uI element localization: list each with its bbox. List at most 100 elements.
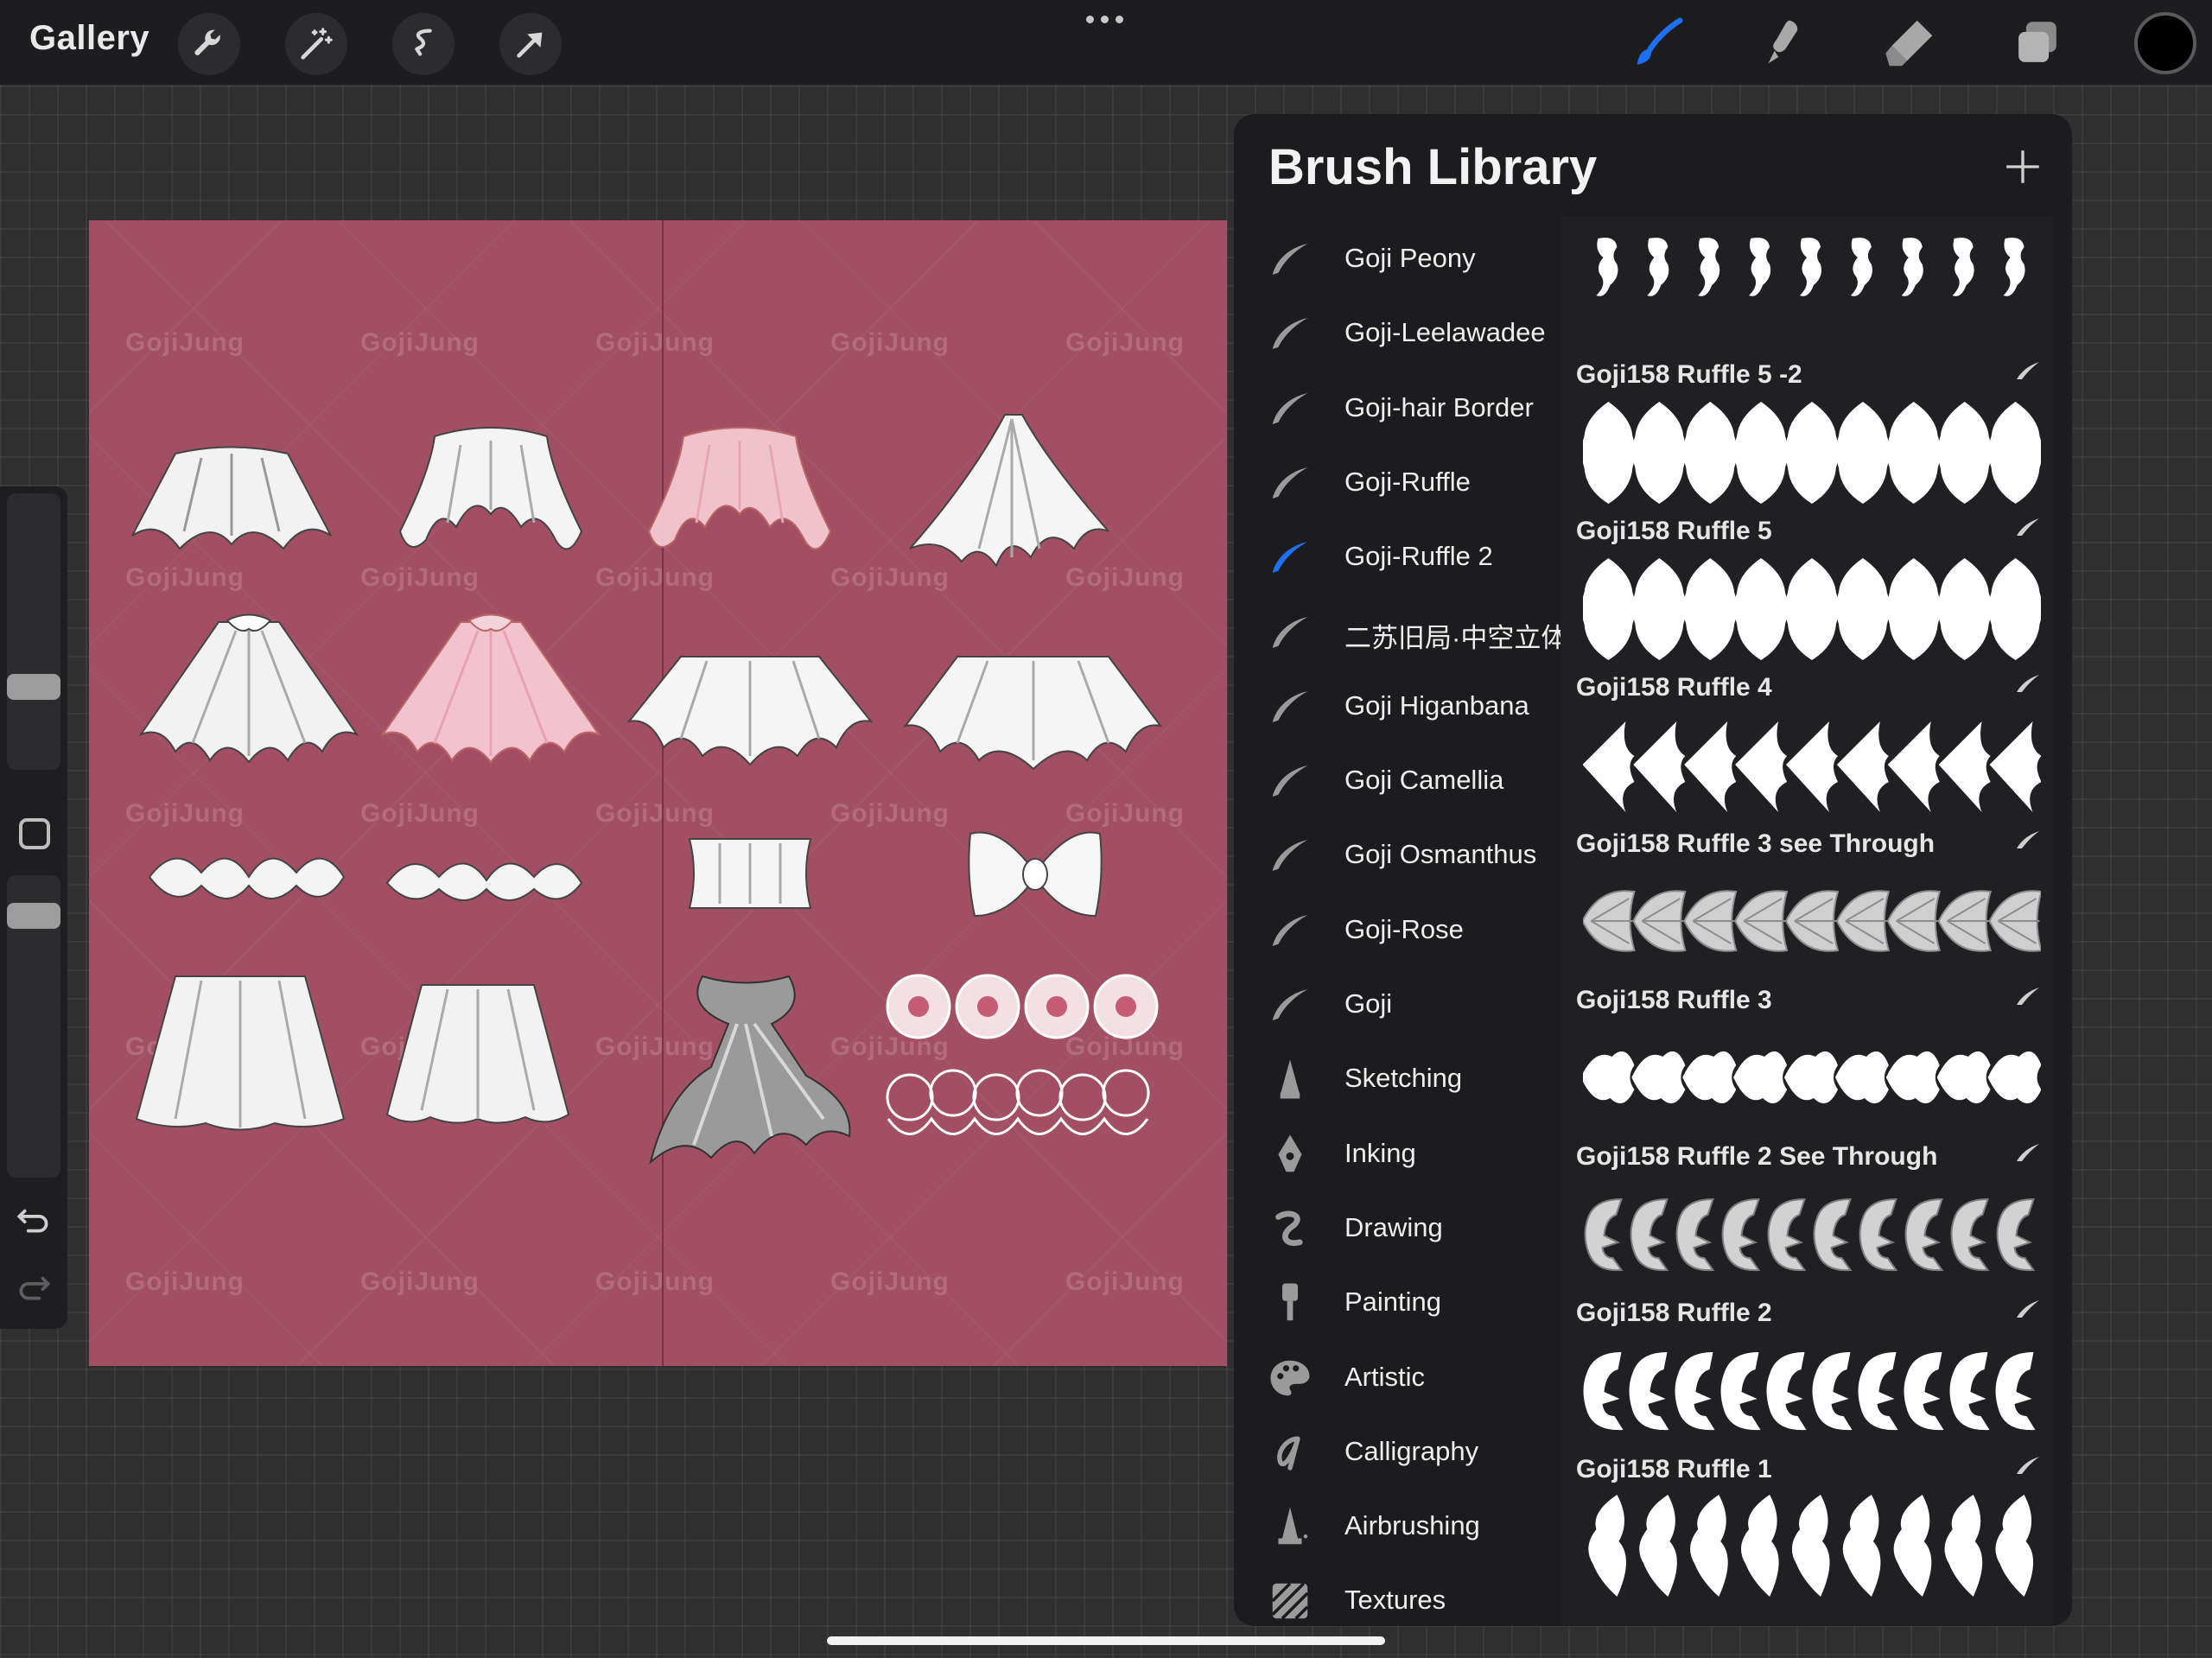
watermark-text: GojiJung <box>360 1267 480 1296</box>
brush-stroke-preview <box>1581 553 2043 664</box>
brush-set-item[interactable]: Textures <box>1234 1566 1545 1640</box>
eraser-tool-button[interactable] <box>1875 10 1944 76</box>
brush-set-item[interactable]: Sketching <box>1234 1044 1545 1118</box>
brush-set-item[interactable]: Goji Peony <box>1234 224 1545 298</box>
gallery-button[interactable]: Gallery <box>29 19 149 58</box>
modifier-button[interactable] <box>19 818 50 849</box>
brush-set-item[interactable]: Goji <box>1234 969 1545 1044</box>
add-brush-set-button[interactable] <box>2001 145 2044 188</box>
lace-flower-trim-asset <box>884 972 1169 1041</box>
adjustments-button[interactable] <box>285 13 347 75</box>
gathered-band-asset <box>685 830 815 917</box>
brush-library-panel: Brush Library Goji Peony Goji-Leelawadee G… <box>1234 114 2072 1626</box>
texture-icon <box>1267 1578 1313 1624</box>
brush-item[interactable]: Goji158 Ruffle 5 <box>1560 508 2053 671</box>
brush-set-label: Goji <box>1344 988 1393 1019</box>
brush-item[interactable]: Goji158 Ruffle 2 <box>1560 1290 2053 1453</box>
brush-set-item[interactable]: Calligraphy <box>1234 1417 1545 1491</box>
brush-item[interactable]: Goji158 Ruffle 2 See Through <box>1560 1134 2053 1297</box>
eraser-icon <box>1885 20 1933 67</box>
brush-set-item[interactable]: 二苏旧局·中空立体 <box>1234 597 1567 671</box>
brush-set-label: Goji Osmanthus <box>1344 839 1537 870</box>
brush-stroke-icon <box>2015 1455 2041 1476</box>
brush-list: Goji158 Ruffle 5 -2 Goji158 Ruffle 5 Goji1… <box>1560 216 2053 1626</box>
gathered-skirt-asset <box>135 972 346 1136</box>
brush-tool-button[interactable] <box>1623 10 1692 76</box>
brush-set-item[interactable]: Painting <box>1234 1267 1545 1342</box>
watermark-text: GojiJung <box>1065 799 1185 828</box>
more-dots-icon[interactable] <box>1086 16 1123 23</box>
top-toolbar: Gallery <box>0 0 2212 85</box>
watermark-text: GojiJung <box>830 799 950 828</box>
brush-set-label: Goji-Rose <box>1344 913 1464 944</box>
watermark-text: GojiJung <box>595 1267 715 1296</box>
paint-brush-icon <box>1267 1280 1313 1326</box>
magic-wand-icon <box>301 28 333 60</box>
brush-set-item[interactable]: Goji-Ruffle 2 <box>1234 522 1545 596</box>
satin-bow-sash-asset <box>633 972 858 1171</box>
brush-set-item[interactable]: Goji Osmanthus <box>1234 820 1545 894</box>
home-indicator[interactable] <box>827 1636 1385 1645</box>
pencil-tip-icon <box>1267 1056 1313 1102</box>
pink-ruffle-skirt-asset <box>380 613 601 769</box>
brush-set-label: Goji-Ruffle 2 <box>1344 541 1493 572</box>
brush-name: Goji158 Ruffle 3 see Through <box>1576 829 1936 858</box>
brush-set-item[interactable]: Drawing <box>1234 1193 1545 1267</box>
brush-item[interactable]: Goji158 Ruffle 3 see Through <box>1560 821 2053 984</box>
brush-set-item[interactable]: Goji Camellia <box>1234 746 1545 820</box>
opacity-handle[interactable] <box>7 903 60 929</box>
brush-set-label: Inking <box>1344 1137 1416 1168</box>
brush-name: Goji158 Ruffle 1 <box>1576 1455 1772 1483</box>
brush-name: Goji158 Ruffle 2 See Through <box>1576 1142 1938 1171</box>
brush-item[interactable]: Goji158 Ruffle 5 -2 <box>1560 352 2053 515</box>
brush-library-title: Brush Library <box>1268 139 1598 195</box>
brush-set-label: Goji Peony <box>1344 243 1476 273</box>
brush-stroke-icon <box>1267 832 1313 879</box>
transform-arrow-icon <box>517 32 543 58</box>
brush-set-label: Airbrushing <box>1344 1510 1480 1541</box>
watermark-text: GojiJung <box>595 328 715 357</box>
brush-size-handle[interactable] <box>7 674 60 700</box>
brush-set-item[interactable]: Airbrushing <box>1234 1491 1545 1566</box>
brush-name: Goji158 Ruffle 3 <box>1576 986 1772 1014</box>
layers-button[interactable] <box>2003 10 2072 76</box>
brush-set-label: Artistic <box>1344 1361 1425 1392</box>
transform-button[interactable] <box>499 13 562 75</box>
ruffle-sleeve-asset <box>398 419 583 566</box>
selection-icon <box>415 29 432 56</box>
watermark-text: GojiJung <box>360 799 480 828</box>
smudge-tool-button[interactable] <box>1749 10 1818 76</box>
brush-set-item[interactable]: Goji Higanbana <box>1234 671 1545 746</box>
brush-set-item[interactable]: Goji-hair Border <box>1234 373 1545 448</box>
wrench-icon <box>194 29 220 55</box>
actions-button[interactable] <box>178 13 240 75</box>
undo-button[interactable] <box>12 1197 55 1240</box>
brush-set-item[interactable]: Artistic <box>1234 1343 1545 1417</box>
brush-stroke-icon <box>1267 609 1313 656</box>
brush-stroke-icon <box>1267 385 1313 432</box>
brush-item[interactable]: Goji158 Ruffle 1 <box>1560 1446 2053 1610</box>
brush-set-item[interactable]: Goji-Ruffle <box>1234 448 1545 522</box>
calligraphy-icon <box>1267 1429 1313 1476</box>
ruffle-cape-asset <box>909 410 1109 575</box>
brush-stroke-preview <box>1582 709 2042 820</box>
brush-item[interactable]: Goji158 Ruffle 4 <box>1560 664 2053 828</box>
watermark-text: GojiJung <box>830 1267 950 1296</box>
redo-button[interactable] <box>12 1264 55 1307</box>
selection-button[interactable] <box>392 13 454 75</box>
brush-item[interactable] <box>1560 204 2053 367</box>
ruffle-trim-2-asset <box>385 844 583 913</box>
rose-lace-trim-asset <box>884 1067 1169 1153</box>
drawing-canvas[interactable]: GojiJung GojiJung GojiJung GojiJung GojiJung… <box>89 220 1227 1366</box>
brush-stroke-preview <box>1583 1178 2041 1289</box>
undo-icon <box>16 1209 48 1233</box>
brush-size-slider[interactable] <box>7 493 60 770</box>
brush-set-item[interactable]: Goji-Rose <box>1234 895 1545 969</box>
brush-item[interactable]: Goji158 Ruffle 3 <box>1560 977 2053 1140</box>
brush-set-item[interactable]: Inking <box>1234 1119 1545 1193</box>
brush-set-item[interactable]: Goji-Leelawadee <box>1234 298 1546 372</box>
brush-name: Goji158 Ruffle 2 <box>1576 1299 1772 1327</box>
brush-stroke-preview <box>1580 1022 2042 1133</box>
brush-set-label: Goji-Leelawadee <box>1344 317 1546 348</box>
color-picker-button[interactable] <box>2134 12 2196 74</box>
